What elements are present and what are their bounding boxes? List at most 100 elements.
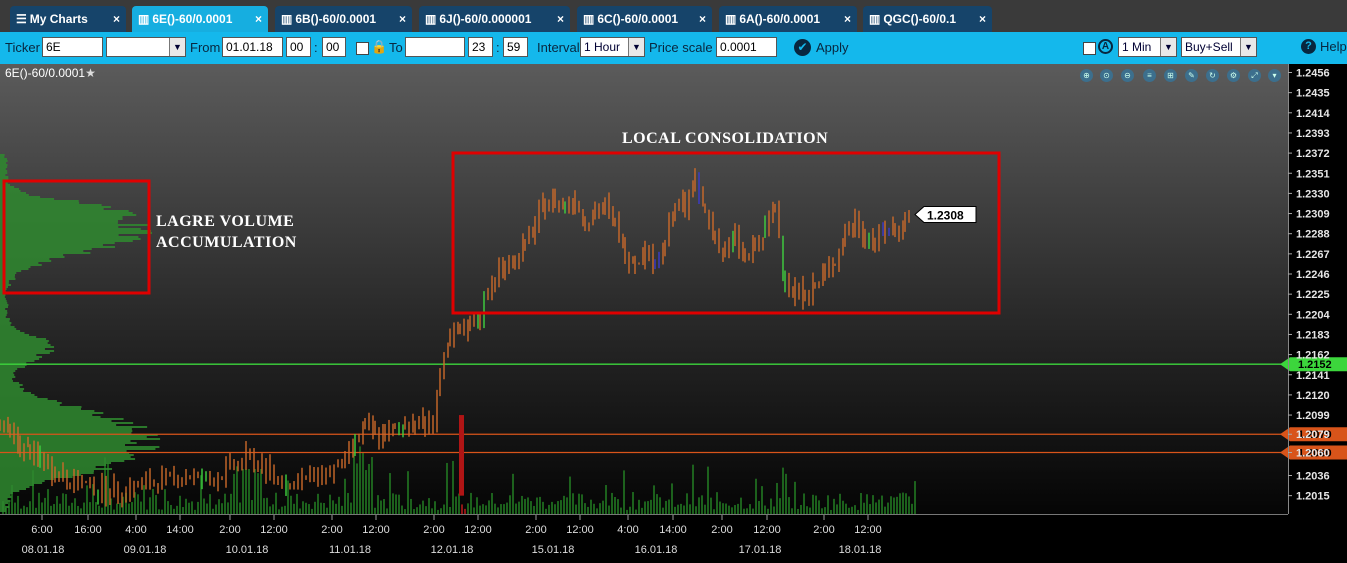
x-time-label: 2:00 [813, 524, 834, 536]
profile-row [0, 330, 21, 332]
profile-row [0, 358, 40, 360]
from-date-input[interactable]: 01.01.18 [222, 37, 283, 57]
close-icon[interactable]: × [693, 12, 706, 26]
auto-scale-icon[interactable]: A [1098, 39, 1113, 54]
volume-bar [89, 502, 91, 514]
chart-title: 6E()-60/0.0001★ [5, 66, 96, 80]
volume-bar [542, 501, 544, 514]
x-date-label: 12.01.18 [431, 544, 474, 556]
settings-icon[interactable]: ⚙ [1227, 69, 1240, 82]
profile-row [0, 484, 34, 486]
zoom-out-icon[interactable]: ⊖ [1121, 69, 1134, 82]
profile-row [0, 494, 11, 496]
profile-row [0, 368, 18, 370]
from-hour-input[interactable]: 00 [286, 37, 311, 57]
volume-bar [356, 463, 358, 514]
volume-bar [509, 495, 511, 514]
chevron-down-icon: ▼ [1160, 38, 1176, 56]
interval-value: 1 Hour [584, 40, 621, 54]
to-date-input[interactable] [405, 37, 465, 57]
volume-bar [887, 502, 889, 514]
zoom-in-icon[interactable]: ⊕ [1080, 69, 1093, 82]
grid-icon[interactable]: ⊞ [1164, 69, 1177, 82]
star-icon[interactable]: ★ [85, 66, 96, 80]
to-hour-input[interactable]: 23 [468, 37, 493, 57]
tab-label: 6A()-60/0.0001 [739, 12, 821, 26]
profile-row [0, 236, 139, 238]
close-icon[interactable]: × [551, 12, 564, 26]
profile-row [0, 274, 16, 276]
apply-button[interactable]: ✔ Apply [794, 39, 849, 56]
tab-2[interactable]: ▥ 6B()-60/0.0001 × [275, 6, 412, 32]
volume-bar [149, 497, 151, 514]
volume-bar [824, 507, 826, 514]
profile-row [0, 334, 30, 336]
profile-row [0, 216, 123, 218]
tab-5[interactable]: ▥ 6A()-60/0.0001 × [719, 6, 857, 32]
from-minute-input[interactable]: 00 [322, 37, 346, 57]
ticker-input[interactable]: 6E [42, 37, 103, 57]
volume-bar [365, 470, 367, 514]
y-tick-label: 1.2267 [1296, 249, 1330, 261]
volume-bar [338, 496, 340, 514]
interval-select[interactable]: 1 Hour ▼ [580, 37, 645, 57]
volume-bar [788, 497, 790, 514]
zoom-fit-icon[interactable]: ⊙ [1100, 69, 1113, 82]
volume-bar [14, 502, 16, 514]
volume-bar [395, 494, 397, 514]
volume-bar [848, 507, 850, 514]
volume-bar [107, 463, 109, 514]
tab-4[interactable]: ▥ 6C()-60/0.0001 × [577, 6, 712, 32]
profile-row [0, 230, 152, 232]
close-icon[interactable]: × [973, 12, 986, 26]
volume-bar [344, 478, 346, 514]
x-time-label: 2:00 [525, 524, 546, 536]
volume-bar [224, 493, 226, 514]
tab-3[interactable]: ▥ 6J()-60/0.000001 × [419, 6, 570, 32]
timeframe-select[interactable]: 1 Min ▼ [1118, 37, 1177, 57]
help-button[interactable]: ? Help [1301, 39, 1347, 54]
lock-checkbox[interactable] [356, 42, 369, 55]
profile-row [0, 272, 17, 274]
volume-bar [575, 504, 577, 514]
refresh-icon[interactable]: ↻ [1206, 69, 1219, 82]
chevron-down-icon[interactable]: ▾ [1268, 69, 1281, 82]
side-select[interactable]: Buy+Sell ▼ [1181, 37, 1257, 57]
volume-bar [743, 508, 745, 514]
volume-bar [725, 503, 727, 514]
profile-row [0, 360, 35, 362]
tab-1[interactable]: ▥ 6E()-60/0.0001 × [132, 6, 268, 32]
profile-row [0, 244, 103, 246]
draw-icon[interactable]: ✎ [1185, 69, 1198, 82]
ticker-select[interactable]: ▼ [106, 37, 186, 57]
volume-bar [218, 499, 220, 514]
profile-row [0, 374, 15, 376]
y-tick-label: 1.2141 [1296, 370, 1330, 382]
volume-bar [722, 503, 724, 514]
auto-checkbox[interactable] [1083, 42, 1096, 55]
volume-bar [707, 466, 709, 514]
tab-6[interactable]: ▥ QGC()-60/0.1 × [863, 6, 992, 32]
x-time-label: 12:00 [753, 524, 781, 536]
close-icon[interactable]: × [107, 12, 120, 26]
price-scale-input[interactable]: 0.0001 [716, 37, 777, 57]
profile-row [0, 502, 8, 504]
volume-bar [23, 505, 25, 514]
volume-bar [530, 501, 532, 514]
to-minute-input[interactable]: 59 [503, 37, 528, 57]
close-icon[interactable]: × [838, 12, 851, 26]
volume-bar [299, 508, 301, 514]
close-icon[interactable]: × [249, 12, 262, 26]
close-icon[interactable]: × [393, 12, 406, 26]
volume-bar [662, 507, 664, 514]
volume-bar [674, 506, 676, 514]
tab-0[interactable]: ☰ My Charts × [10, 6, 126, 32]
profile-row [0, 170, 8, 172]
timeframe-value: 1 Min [1122, 40, 1152, 54]
volume-bar [650, 499, 652, 514]
profile-row [0, 398, 48, 400]
expand-icon[interactable]: ⤢ [1248, 69, 1261, 82]
apply-label: Apply [816, 40, 849, 55]
profile-row [0, 444, 126, 446]
layers-icon[interactable]: ≡ [1143, 69, 1156, 82]
